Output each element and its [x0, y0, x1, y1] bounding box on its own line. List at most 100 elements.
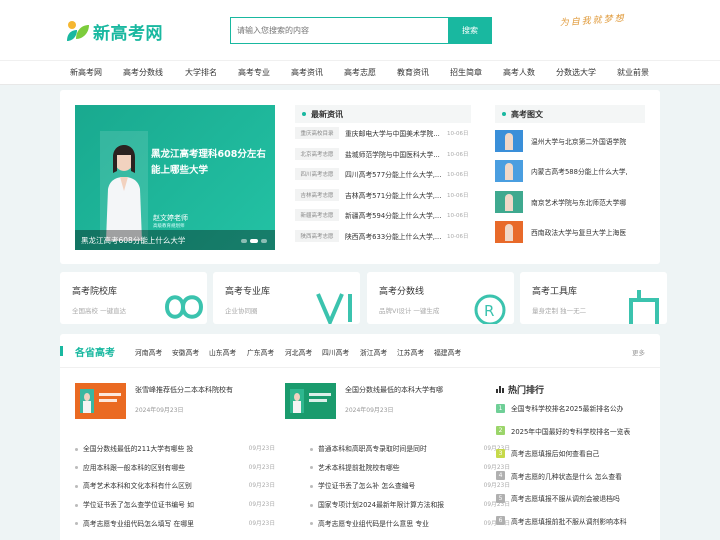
news-item[interactable]: 北京高考志愿 盐城师范学院与中国医科大学... 10-06日 [295, 144, 471, 165]
list-item[interactable]: 普通本科和高职高专录取时间是同时09月23日 [310, 443, 510, 455]
photo-news: 高考图文 温州大学与北京第二外国语学院 内蒙古高考588分能上什么大学, 南京艺术学… [495, 105, 645, 245]
province-link-anhui[interactable]: 安徽高考 [172, 347, 199, 357]
news-tag[interactable]: 陕西高考志愿 [295, 229, 339, 242]
nav-item-education-news[interactable]: 教育资讯 [397, 67, 429, 78]
list-item-title[interactable]: 高考志愿专业组代码是什么意思 专业 [318, 520, 429, 528]
list-item-title[interactable]: 学位证书丢了怎么查学位证书编号 如 [83, 501, 194, 509]
ranking-title[interactable]: 高考志愿填报前批不服从调剂影响本科 [511, 516, 627, 526]
ranking-title[interactable]: 2025年中国最好的专科学校排名一览表 [511, 426, 630, 436]
slider-dot-active[interactable] [250, 239, 258, 243]
list-item[interactable]: 应用本科跟一般本科的区别有哪些 09月23日 [75, 462, 275, 474]
list-item-title[interactable]: 国家专项计划2024最新年限计算方法和报 [318, 501, 444, 509]
frame-corner-icon [629, 290, 659, 324]
province-link-jiangsu[interactable]: 江苏高考 [397, 347, 424, 357]
search-input[interactable] [230, 17, 448, 44]
banner-slider[interactable]: 黑龙江高考理科608分左右能上哪些大学 赵文婷老师 高级教育规划师 黑龙江高考6… [75, 105, 275, 250]
photo-news-title[interactable]: 南京艺术学院与东北师范大学哪 [531, 197, 626, 207]
nav-item-exam-count[interactable]: 高考人数 [503, 67, 535, 78]
photo-news-title[interactable]: 内蒙古高考588分能上什么大学, [531, 166, 628, 176]
list-item-title[interactable]: 普通本科和高职高专录取时间是同时 [318, 445, 427, 453]
list-item[interactable]: 国家专项计划2024最新年限计算方法和报 09月23日 [310, 499, 510, 511]
library-card-colleges[interactable]: 高考院校库 全国高校 一键直达 [60, 272, 207, 324]
list-item[interactable]: 学位证书丢了怎么补 怎么查编号 09月23日 [310, 480, 510, 492]
library-card-subtitle: 量身定制 独一无二 [532, 307, 587, 315]
province-more-link[interactable]: 更多 [632, 347, 645, 357]
news-item[interactable]: 吉林高考志愿 吉林高考571分能上什么大学,... 10-06日 [295, 185, 471, 206]
news-title[interactable]: 新疆高考594分能上什么大学,... [345, 210, 443, 220]
news-tag[interactable]: 四川高考志愿 [295, 168, 339, 181]
photo-news-item[interactable]: 西南政法大学与复旦大学上海医 [495, 220, 645, 246]
list-item[interactable]: 全国分数线最低的211大学有哪些 投 09月23日 [75, 443, 275, 455]
news-tag[interactable]: 北京高考志愿 [295, 147, 339, 160]
ranking-title[interactable]: 高考志愿填报后如何查看自己 [511, 448, 599, 458]
news-title[interactable]: 盐城师范学院与中国医科大学... [345, 149, 443, 159]
news-tag[interactable]: 吉林高考志愿 [295, 188, 339, 201]
nav-item-employment[interactable]: 就业前景 [617, 67, 649, 78]
person-figure-icon [505, 163, 513, 181]
list-item-title[interactable]: 全国分数线最低的211大学有哪些 投 [83, 445, 193, 453]
nav-item-majors[interactable]: 高考专业 [238, 67, 270, 78]
province-link-hebei[interactable]: 河北高考 [285, 347, 312, 357]
ranking-title[interactable]: 高考志愿填报不服从调剂会被退档吗 [511, 493, 620, 503]
province-link-zhejiang[interactable]: 浙江高考 [360, 347, 387, 357]
ranking-item[interactable]: 4 高考志愿的几种状态是什么 怎么查看 [496, 465, 646, 488]
nav-item-score-to-university[interactable]: 分数选大学 [556, 67, 596, 78]
ranking-item[interactable]: 5 高考志愿填报不服从调剂会被退档吗 [496, 487, 646, 510]
news-tag[interactable]: 新疆高考志愿 [295, 209, 339, 222]
list-item-title[interactable]: 艺术本科提前批院校有哪些 [318, 464, 400, 472]
library-card-score-lines[interactable]: 高考分数线 品牌VI设计 一键生成 R [367, 272, 514, 324]
rank-number: 4 [496, 471, 505, 481]
news-title[interactable]: 吉林高考571分能上什么大学,... [345, 190, 443, 200]
list-item[interactable]: 高考志愿专业组代码是什么意思 专业09月23日 [310, 518, 510, 530]
nav-item-home[interactable]: 新高考网 [70, 67, 102, 78]
list-item[interactable]: 高考艺术本科和文化本科有什么区别 09月23日 [75, 480, 275, 492]
list-item[interactable]: 高考志愿专业组代码怎么填写 在哪里 09月23日 [75, 518, 275, 530]
site-logo[interactable]: 新高考网 [64, 18, 163, 44]
province-link-shandong[interactable]: 山东高考 [209, 347, 236, 357]
photo-news-title[interactable]: 西南政法大学与复旦大学上海医 [531, 227, 626, 237]
news-title[interactable]: 四川高考577分能上什么大学,... [345, 169, 443, 179]
list-item-title[interactable]: 高考艺术本科和文化本科有什么区别 [83, 482, 192, 490]
nav-item-volunteer[interactable]: 高考志愿 [344, 67, 376, 78]
library-card-majors[interactable]: 高考专业库 企业协同圈 [213, 272, 360, 324]
ranking-title[interactable]: 高考志愿的几种状态是什么 怎么查看 [511, 471, 622, 481]
news-tag[interactable]: 重庆高校目录 [295, 127, 339, 140]
province-link-guangdong[interactable]: 广东高考 [247, 347, 274, 357]
ranking-title[interactable]: 全国专科学校排名2025最新排名公办 [511, 403, 623, 413]
featured-title: 全国分数线最低的本科大学有哪 [345, 386, 443, 394]
news-item[interactable]: 新疆高考志愿 新疆高考594分能上什么大学,... 10-06日 [295, 205, 471, 226]
slider-dot[interactable] [241, 239, 247, 243]
photo-news-item[interactable]: 南京艺术学院与东北师范大学哪 [495, 189, 645, 215]
news-item[interactable]: 重庆高校目录 重庆邮电大学与中国美术学院... 10-06日 [295, 123, 471, 144]
province-link-sichuan[interactable]: 四川高考 [322, 347, 349, 357]
nav-item-admission-guide[interactable]: 招生简章 [450, 67, 482, 78]
list-item-title[interactable]: 高考志愿专业组代码怎么填写 在哪里 [83, 520, 194, 528]
ranking-item[interactable]: 2 2025年中国最好的专科学校排名一览表 [496, 420, 646, 443]
nav-item-exam-news[interactable]: 高考资讯 [291, 67, 323, 78]
news-title[interactable]: 陕西高考633分能上什么大学,... [345, 231, 443, 241]
nav-item-university-ranking[interactable]: 大学排名 [185, 67, 217, 78]
rank-number: 1 [496, 403, 505, 413]
news-item[interactable]: 四川高考志愿 四川高考577分能上什么大学,... 10-06日 [295, 164, 471, 185]
ranking-item[interactable]: 1 全国专科学校排名2025最新排名公办 [496, 397, 646, 420]
news-item[interactable]: 陕西高考志愿 陕西高考633分能上什么大学,... 10-06日 [295, 226, 471, 247]
photo-news-item[interactable]: 温州大学与北京第二外国语学院 [495, 128, 645, 154]
nav-item-score-line[interactable]: 高考分数线 [123, 67, 163, 78]
featured-article[interactable]: 全国分数线最低的本科大学有哪 2024年09月23日 [285, 383, 485, 420]
photo-news-title[interactable]: 温州大学与北京第二外国语学院 [531, 136, 626, 146]
featured-article[interactable]: 张雪峰推荐低分二本本科院校有 2024年09月23日 [75, 383, 275, 420]
list-item[interactable]: 艺术本科提前批院校有哪些 09月23日 [310, 462, 510, 474]
list-item-title[interactable]: 学位证书丢了怎么补 怎么查编号 [318, 482, 415, 490]
library-card-tools[interactable]: 高考工具库 量身定制 独一无二 [520, 272, 667, 324]
slogan-text: 为自我就梦想 [559, 13, 627, 29]
ranking-item[interactable]: 3 高考志愿填报后如何查看自己 [496, 442, 646, 465]
ranking-item[interactable]: 6 高考志愿填报前批不服从调剂影响本科 [496, 510, 646, 533]
list-item-title[interactable]: 应用本科跟一般本科的区别有哪些 [83, 464, 185, 472]
slider-dot[interactable] [261, 239, 267, 243]
search-button[interactable]: 搜索 [448, 17, 492, 44]
photo-news-item[interactable]: 内蒙古高考588分能上什么大学, [495, 159, 645, 185]
news-title[interactable]: 重庆邮电大学与中国美术学院... [345, 128, 443, 138]
province-link-fujian[interactable]: 福建高考 [434, 347, 461, 357]
list-item[interactable]: 学位证书丢了怎么查学位证书编号 如 09月23日 [75, 499, 275, 511]
province-link-henan[interactable]: 河南高考 [135, 347, 162, 357]
